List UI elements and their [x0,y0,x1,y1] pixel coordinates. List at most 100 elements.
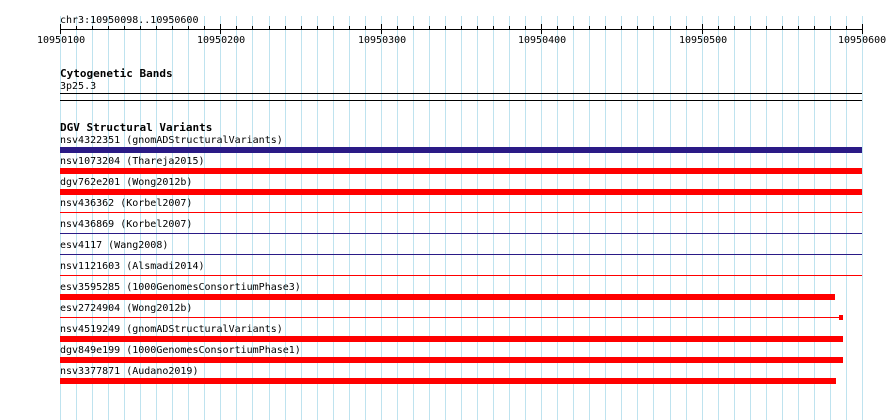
variant-feature-bar[interactable] [60,317,843,318]
ruler-baseline [60,29,862,30]
ruler-minor-tick [653,26,654,29]
variant-feature-bar[interactable] [60,233,862,234]
variant-row[interactable]: nsv4519249 (gnomADStructuralVariants) [0,324,890,345]
ruler-tick-label: 10950200 [197,35,246,46]
cytoband-line [60,93,862,94]
ruler-minor-tick [830,26,831,29]
region-label: chr3:10950098..10950600 [60,15,199,26]
ruler-major-tick [702,24,703,34]
genome-browser-view: chr3:10950098..10950600 10950100 10950200… [0,0,890,420]
variant-row[interactable]: esv3595285 (1000GenomesConsortiumPhase3) [0,282,890,303]
ruler-tick-label: 10950100 [37,35,86,46]
ruler-minor-tick [814,26,815,29]
ruler-minor-tick [589,26,590,29]
variant-feature-end-block[interactable] [839,315,843,320]
variant-label[interactable]: nsv1121603 (Alsmadi2014) [60,261,205,273]
ruler-minor-tick [525,26,526,29]
variant-label[interactable]: nsv1073204 (Thareja2015) [60,156,205,168]
variant-feature-bar[interactable] [60,378,837,384]
variant-label[interactable]: nsv436362 (Korbel2007) [60,198,192,210]
ruler-minor-tick [301,26,302,29]
ruler-major-tick [862,24,863,34]
ruler-major-tick [220,24,221,34]
ruler-minor-tick [509,26,510,29]
variant-row[interactable]: nsv1121603 (Alsmadi2014) [0,261,890,282]
ruler-minor-tick [846,26,847,29]
variant-row[interactable]: nsv3377871 (Audano2019) [0,366,890,387]
variant-row[interactable]: dgv762e201 (Wong2012b) [0,177,890,198]
variant-row[interactable]: nsv4322351 (gnomADStructuralVariants) [0,135,890,156]
ruler-major-tick [60,24,61,34]
dgv-track-title: DGV Structural Variants [60,121,213,134]
ruler-minor-tick [670,26,671,29]
variant-label[interactable]: nsv436869 (Korbel2007) [60,219,192,231]
ruler-tick-label: 10950600 [838,35,887,46]
ruler-tick-label: 10950400 [518,35,567,46]
ruler-minor-tick [397,26,398,29]
ruler-minor-tick [92,26,93,29]
ruler-minor-tick [140,26,141,29]
ruler-minor-tick [557,26,558,29]
variant-label[interactable]: esv2724904 (Wong2012b) [60,303,192,315]
variant-feature-bar[interactable] [60,275,862,276]
ruler-minor-tick [76,26,77,29]
ruler-minor-tick [637,26,638,29]
ruler-minor-tick [782,26,783,29]
ruler-minor-tick [236,26,237,29]
variant-row[interactable]: esv2724904 (Wong2012b) [0,303,890,324]
ruler-tick-label: 10950300 [358,35,407,46]
ruler-minor-tick [317,26,318,29]
ruler-minor-tick [172,26,173,29]
ruler-minor-tick [365,26,366,29]
ruler-minor-tick [285,26,286,29]
variant-row[interactable]: nsv436869 (Korbel2007) [0,219,890,240]
variant-feature-bar[interactable] [60,189,862,195]
ruler-minor-tick [413,26,414,29]
ruler-minor-tick [108,26,109,29]
ruler-minor-tick [493,26,494,29]
ruler-minor-tick [188,26,189,29]
ruler-minor-tick [605,26,606,29]
cytoband-track-title: Cytogenetic Bands [60,67,173,80]
variant-label[interactable]: esv4117 (Wang2008) [60,240,168,252]
variant-label[interactable]: esv3595285 (1000GenomesConsortiumPhase3) [60,282,301,294]
ruler-minor-tick [204,26,205,29]
ruler-minor-tick [252,26,253,29]
ruler-minor-tick [573,26,574,29]
variant-label[interactable]: dgv849e199 (1000GenomesConsortiumPhase1) [60,345,301,357]
variant-label[interactable]: nsv4322351 (gnomADStructuralVariants) [60,135,283,147]
ruler-minor-tick [269,26,270,29]
variant-feature-bar[interactable] [60,254,862,255]
ruler-minor-tick [621,26,622,29]
variant-feature-bar[interactable] [60,147,862,153]
variant-row[interactable]: nsv436362 (Korbel2007) [0,198,890,219]
ruler-minor-tick [734,26,735,29]
ruler-minor-tick [445,26,446,29]
ruler-minor-tick [333,26,334,29]
ruler-minor-tick [156,26,157,29]
variant-label[interactable]: nsv4519249 (gnomADStructuralVariants) [60,324,283,336]
variant-feature-bar[interactable] [60,357,843,363]
variant-row[interactable]: dgv849e199 (1000GenomesConsortiumPhase1) [0,345,890,366]
ruler-major-tick [381,24,382,34]
variant-row[interactable]: esv4117 (Wang2008) [0,240,890,261]
variant-label[interactable]: dgv762e201 (Wong2012b) [60,177,192,189]
ruler-minor-tick [349,26,350,29]
track-separator [60,100,862,101]
ruler-minor-tick [798,26,799,29]
cytoband-label[interactable]: 3p25.3 [60,81,96,93]
ruler-tick-label: 10950500 [679,35,728,46]
ruler-minor-tick [766,26,767,29]
ruler-minor-tick [477,26,478,29]
ruler-minor-tick [718,26,719,29]
variant-row[interactable]: nsv1073204 (Thareja2015) [0,156,890,177]
ruler-minor-tick [429,26,430,29]
variant-feature-bar[interactable] [60,294,835,300]
variant-feature-bar[interactable] [60,168,862,174]
variant-feature-bar[interactable] [60,336,843,342]
variant-label[interactable]: nsv3377871 (Audano2019) [60,366,198,378]
variant-feature-bar[interactable] [60,212,862,213]
ruler-minor-tick [686,26,687,29]
ruler-minor-tick [750,26,751,29]
ruler-major-tick [541,24,542,34]
